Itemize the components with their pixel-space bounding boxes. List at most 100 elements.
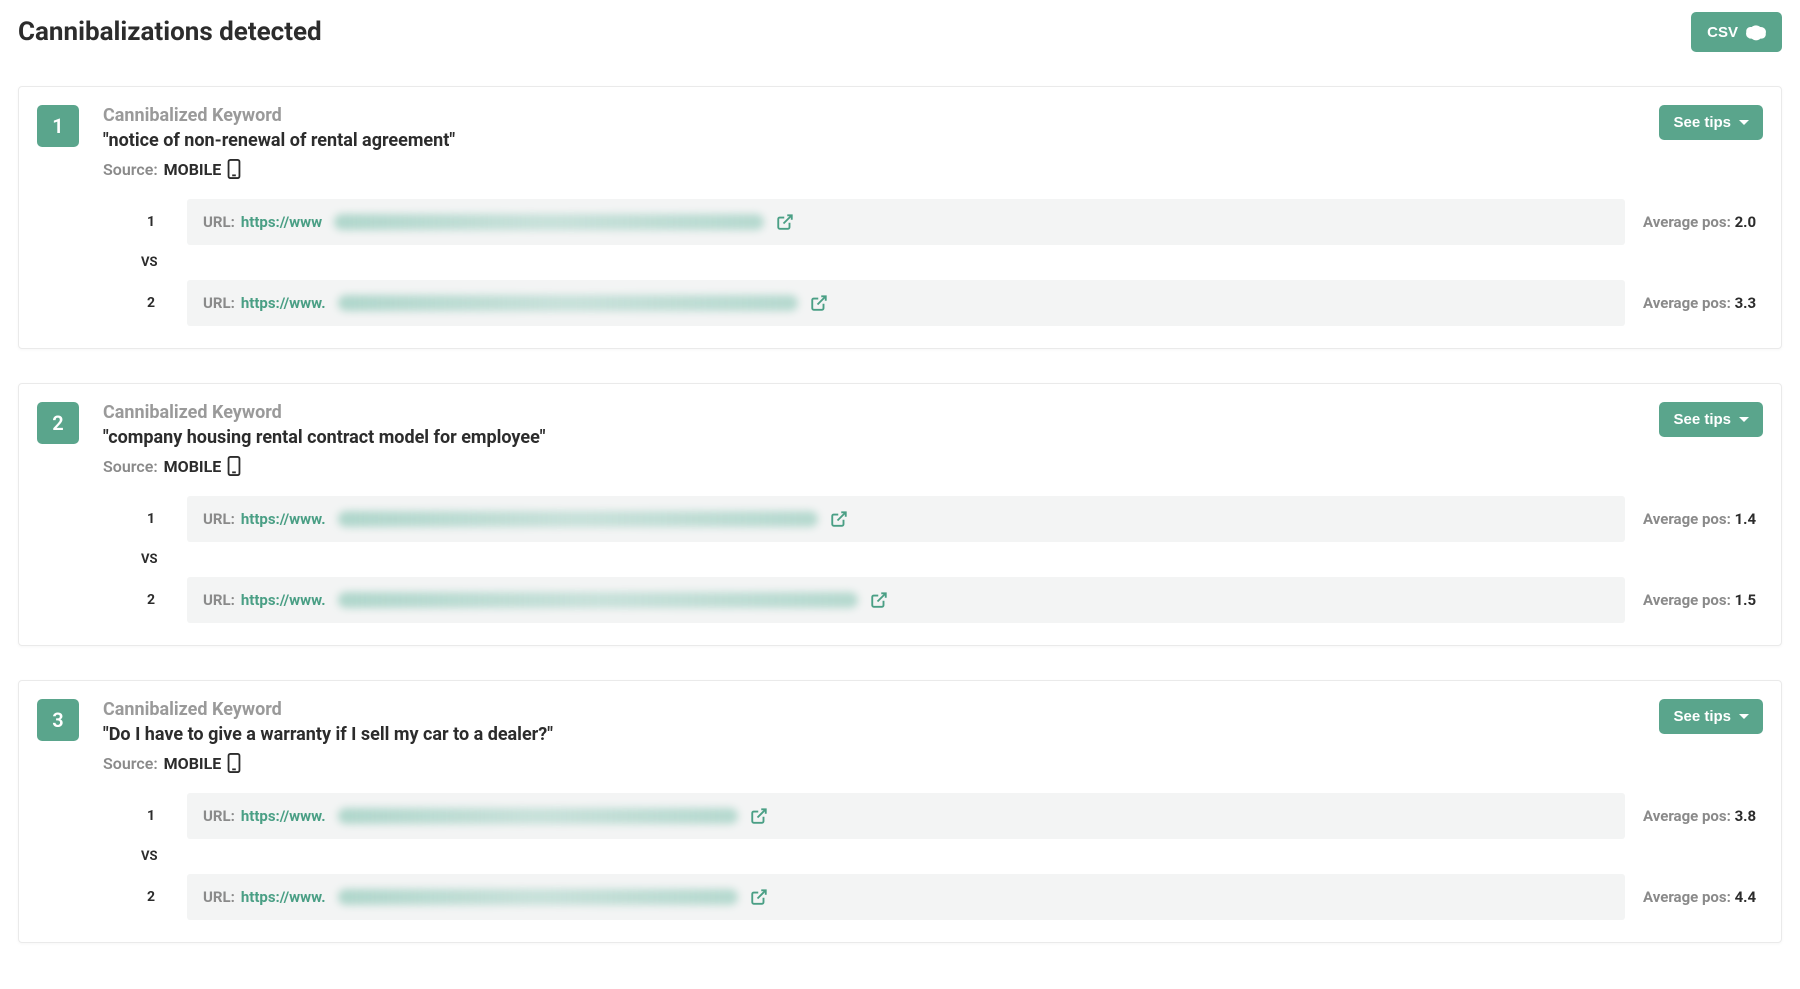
vs-label: VS <box>133 255 169 270</box>
source-line: Source: MOBILE <box>103 753 1635 773</box>
blurred-url-segment <box>338 295 798 311</box>
url-label: URL: <box>203 213 235 231</box>
blurred-url-segment <box>338 889 738 905</box>
mobile-icon <box>227 159 241 179</box>
url-link[interactable]: https://www. <box>241 591 326 609</box>
url-index: 1 <box>133 511 169 527</box>
see-tips-button[interactable]: See tips <box>1659 105 1763 140</box>
keyword-text: "notice of non-renewal of rental agreeme… <box>103 130 1635 151</box>
url-index: 2 <box>133 889 169 905</box>
average-pos-value: 2.0 <box>1735 213 1757 231</box>
caret-down-icon <box>1739 417 1749 422</box>
external-link-icon[interactable] <box>776 213 794 231</box>
external-link-icon[interactable] <box>810 294 828 312</box>
average-pos-value: 1.4 <box>1735 510 1757 528</box>
caret-down-icon <box>1739 714 1749 719</box>
see-tips-button[interactable]: See tips <box>1659 402 1763 437</box>
url-label: URL: <box>203 294 235 312</box>
average-pos-label: Average pos: <box>1643 213 1731 231</box>
average-pos: Average pos: 1.5 <box>1643 591 1763 609</box>
external-link-icon[interactable] <box>870 591 888 609</box>
url-index: 1 <box>133 808 169 824</box>
average-pos-value: 4.4 <box>1735 888 1757 906</box>
page-title: Cannibalizations detected <box>18 17 322 47</box>
mobile-icon <box>227 456 241 476</box>
url-index: 2 <box>133 592 169 608</box>
url-link[interactable]: https://www. <box>241 888 326 906</box>
csv-label: CSV <box>1707 24 1738 41</box>
vs-label: VS <box>133 552 169 567</box>
cloud-download-icon <box>1746 22 1766 42</box>
blurred-url-segment <box>338 808 738 824</box>
external-link-icon[interactable] <box>830 510 848 528</box>
source-value: MOBILE <box>164 457 222 476</box>
url-link[interactable]: https://www. <box>241 294 326 312</box>
average-pos-value: 1.5 <box>1735 591 1757 609</box>
external-link-icon[interactable] <box>750 807 768 825</box>
url-index: 1 <box>133 214 169 230</box>
see-tips-label: See tips <box>1673 114 1731 131</box>
url-row: 2 URL: https://www. Average pos: 3.3 <box>133 280 1763 326</box>
url-link[interactable]: https://www. <box>241 807 326 825</box>
average-pos-label: Average pos: <box>1643 807 1731 825</box>
url-row: 1 URL: https://www. Average pos: 1.4 <box>133 496 1763 542</box>
url-label: URL: <box>203 888 235 906</box>
source-label: Source: <box>103 457 158 476</box>
average-pos-label: Average pos: <box>1643 510 1731 528</box>
url-row: 2 URL: https://www. Average pos: 1.5 <box>133 577 1763 623</box>
url-bar: URL: https://www. <box>187 280 1625 326</box>
blurred-url-segment <box>338 592 858 608</box>
see-tips-label: See tips <box>1673 411 1731 428</box>
cannibalization-card: 1 Cannibalized Keyword "notice of non-re… <box>18 86 1782 349</box>
average-pos: Average pos: 3.3 <box>1643 294 1763 312</box>
url-row: 1 URL: https://www. Average pos: 3.8 <box>133 793 1763 839</box>
card-index-badge: 2 <box>37 402 79 444</box>
url-link[interactable]: https://www <box>241 213 322 231</box>
source-value: MOBILE <box>164 160 222 179</box>
blurred-url-segment <box>338 511 818 527</box>
external-link-icon[interactable] <box>750 888 768 906</box>
cannibalization-card: 3 Cannibalized Keyword "Do I have to giv… <box>18 680 1782 943</box>
url-bar: URL: https://www. <box>187 496 1625 542</box>
blurred-url-segment <box>334 214 764 230</box>
keyword-text: "Do I have to give a warranty if I sell … <box>103 724 1635 745</box>
average-pos: Average pos: 4.4 <box>1643 888 1763 906</box>
average-pos: Average pos: 1.4 <box>1643 510 1763 528</box>
mobile-icon <box>227 753 241 773</box>
source-line: Source: MOBILE <box>103 456 1635 476</box>
source-value: MOBILE <box>164 754 222 773</box>
url-label: URL: <box>203 591 235 609</box>
url-row: 2 URL: https://www. Average pos: 4.4 <box>133 874 1763 920</box>
card-index-badge: 3 <box>37 699 79 741</box>
source-label: Source: <box>103 754 158 773</box>
keyword-text: "company housing rental contract model f… <box>103 427 1635 448</box>
cannibalized-keyword-label: Cannibalized Keyword <box>103 105 1635 126</box>
url-label: URL: <box>203 807 235 825</box>
cannibalized-keyword-label: Cannibalized Keyword <box>103 699 1635 720</box>
url-link[interactable]: https://www. <box>241 510 326 528</box>
url-bar: URL: https://www. <box>187 874 1625 920</box>
card-index-badge: 1 <box>37 105 79 147</box>
cannibalized-keyword-label: Cannibalized Keyword <box>103 402 1635 423</box>
average-pos: Average pos: 2.0 <box>1643 213 1763 231</box>
average-pos-label: Average pos: <box>1643 888 1731 906</box>
average-pos-value: 3.3 <box>1735 294 1757 312</box>
url-bar: URL: https://www. <box>187 577 1625 623</box>
url-row: 1 URL: https://www Average pos: 2.0 <box>133 199 1763 245</box>
source-line: Source: MOBILE <box>103 159 1635 179</box>
url-label: URL: <box>203 510 235 528</box>
source-label: Source: <box>103 160 158 179</box>
vs-label: VS <box>133 849 169 864</box>
see-tips-label: See tips <box>1673 708 1731 725</box>
url-bar: URL: https://www. <box>187 793 1625 839</box>
average-pos-label: Average pos: <box>1643 294 1731 312</box>
url-index: 2 <box>133 295 169 311</box>
cannibalization-card: 2 Cannibalized Keyword "company housing … <box>18 383 1782 646</box>
average-pos-label: Average pos: <box>1643 591 1731 609</box>
caret-down-icon <box>1739 120 1749 125</box>
url-bar: URL: https://www <box>187 199 1625 245</box>
csv-export-button[interactable]: CSV <box>1691 12 1782 52</box>
average-pos-value: 3.8 <box>1735 807 1757 825</box>
average-pos: Average pos: 3.8 <box>1643 807 1763 825</box>
see-tips-button[interactable]: See tips <box>1659 699 1763 734</box>
